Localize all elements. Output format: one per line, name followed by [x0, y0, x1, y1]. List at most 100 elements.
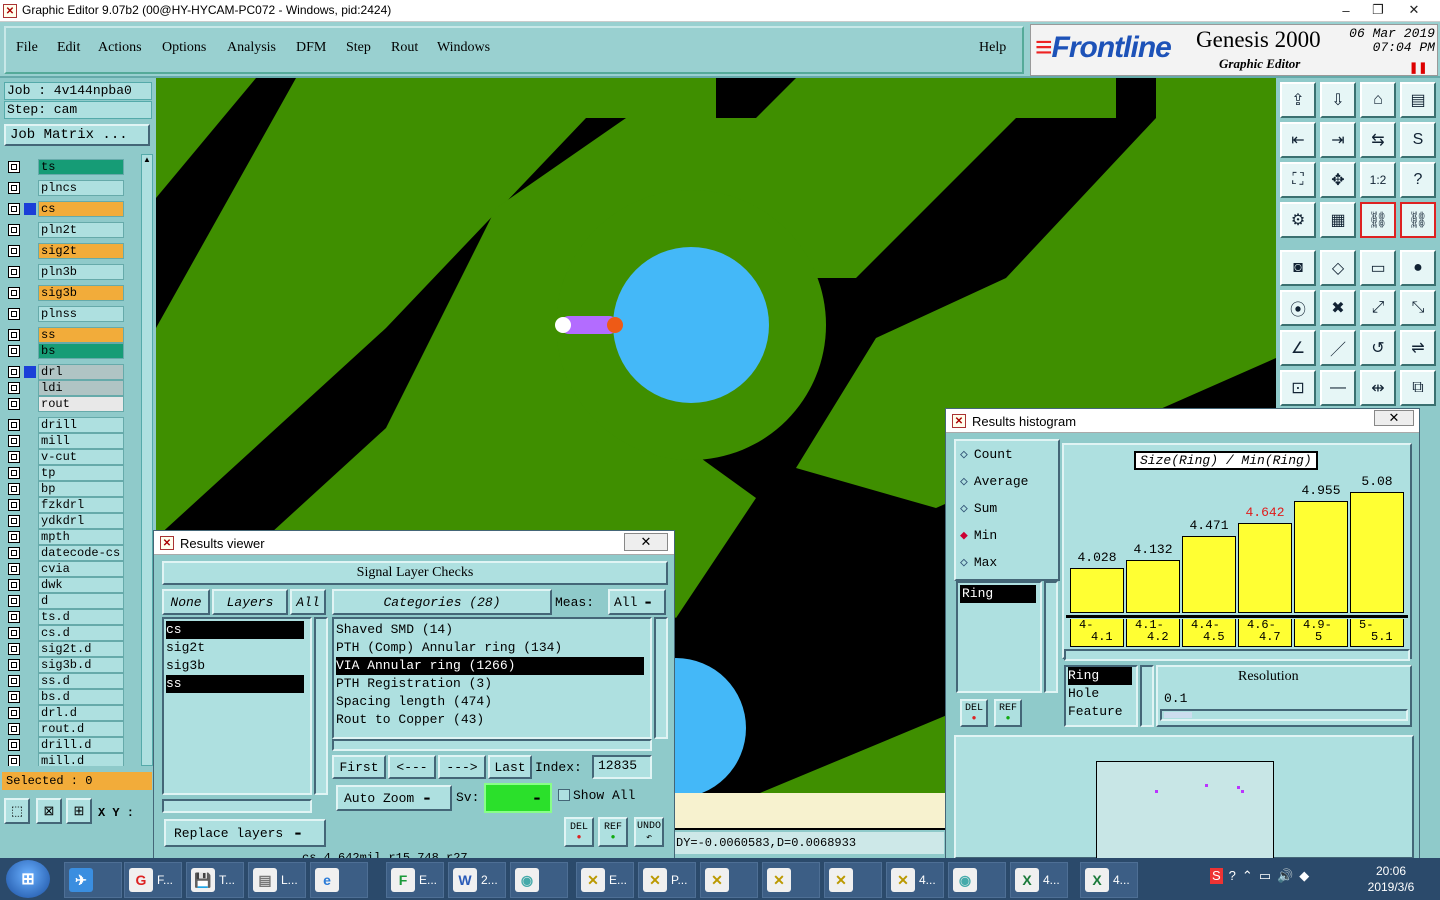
layer-name[interactable]: v-cut [38, 449, 124, 465]
layer-row[interactable]: dwk [4, 577, 140, 593]
result-category-item[interactable]: Spacing length (474) [336, 693, 644, 711]
copy-tool-icon[interactable]: ⧉ [1400, 370, 1436, 406]
layer-row[interactable]: ts [4, 159, 140, 175]
resolution-slider-thumb[interactable] [1164, 712, 1192, 718]
layer-name[interactable]: drill [38, 417, 124, 433]
layer-name[interactable]: ts [38, 159, 124, 175]
layer-checkbox[interactable] [8, 739, 20, 751]
taskbar-item[interactable]: ✕ 4... [886, 862, 944, 898]
layer-row[interactable]: bp [4, 481, 140, 497]
layer-name[interactable]: cs [38, 201, 124, 217]
pad-tool-icon[interactable]: ◙ [1280, 250, 1316, 286]
job-matrix-button[interactable]: Job Matrix ... [4, 124, 150, 146]
layer-row[interactable]: drl [4, 364, 140, 380]
snap-tool-icon[interactable]: ⛓ [1360, 202, 1396, 238]
layer-row[interactable]: bs [4, 343, 140, 359]
help-icon[interactable]: ? [1229, 868, 1236, 884]
zoom-fit-tool-icon[interactable]: ⛶ [1280, 162, 1316, 198]
result-layer-item[interactable]: sig2t [166, 639, 304, 657]
histogram-list-scrollbar[interactable] [1044, 581, 1058, 693]
menu-edit[interactable]: Edit [57, 40, 80, 56]
layer-checkbox[interactable] [8, 182, 20, 194]
layer-checkbox[interactable] [8, 707, 20, 719]
layer-name[interactable]: pln2t [38, 222, 124, 238]
layer-checkbox[interactable] [8, 345, 20, 357]
meas-dropdown[interactable]: All ▬ [608, 589, 666, 615]
histogram-mode-option[interactable]: ◇ Count [960, 447, 1013, 462]
layer-checkbox[interactable] [8, 579, 20, 591]
layer-checkbox[interactable] [8, 435, 20, 447]
results-viewer-titlebar[interactable]: ✕ Results viewer ✕ [154, 531, 674, 555]
resolution-attribute-item[interactable]: Feature [1068, 703, 1132, 721]
layer-row[interactable]: cvia [4, 561, 140, 577]
next-button[interactable]: ---> [438, 755, 486, 779]
layer-list-scrollbar-v[interactable] [314, 617, 328, 795]
histogram-mode-option[interactable]: ◇ Sum [960, 501, 997, 516]
undo-button[interactable]: UNDO ↶ [634, 817, 664, 847]
layer-row[interactable]: plncs [4, 180, 140, 196]
layer-name[interactable]: bs.d [38, 689, 124, 705]
stretch-tool-icon[interactable]: ⇹ [1360, 370, 1396, 406]
upload-tool-icon[interactable]: ⇪ [1280, 82, 1316, 118]
menu-analysis[interactable]: Analysis [227, 40, 276, 56]
taskbar-item[interactable]: ✕ E... [576, 862, 634, 898]
layer-row[interactable]: mill.d [4, 753, 140, 766]
layer-name[interactable]: ts.d [38, 609, 124, 625]
mirror-tool-icon[interactable]: ⇌ [1400, 330, 1436, 366]
layer-name[interactable]: sig3b [38, 285, 124, 301]
slash-tool-icon[interactable]: ／ [1320, 330, 1356, 366]
layer-checkbox[interactable] [8, 382, 20, 394]
taskbar-item[interactable]: ◉ [948, 862, 1006, 898]
histogram-bar[interactable] [1126, 560, 1180, 613]
ref-button[interactable]: REF ● [598, 817, 628, 847]
result-category-item[interactable]: PTH (Comp) Annular ring (134) [336, 639, 644, 657]
layer-row[interactable]: sig3b.d [4, 657, 140, 673]
layer-checkbox[interactable] [8, 611, 20, 623]
layer-row[interactable]: fzkdrl [4, 497, 140, 513]
layer-checkbox[interactable] [8, 329, 20, 341]
layer-name[interactable]: sig3b.d [38, 657, 124, 673]
layer-row[interactable]: sig2t.d [4, 641, 140, 657]
layer-checkbox[interactable] [8, 266, 20, 278]
layer-list-scrollbar-h[interactable] [162, 799, 312, 813]
zoom-mode-dropdown[interactable]: Auto Zoom ▬ [336, 785, 452, 811]
layer-checkbox[interactable] [8, 547, 20, 559]
layer-row[interactable]: pln2t [4, 222, 140, 238]
taskbar-item[interactable]: ✕ [762, 862, 820, 898]
menu-windows[interactable]: Windows [437, 40, 490, 56]
layer-checkbox[interactable] [8, 308, 20, 320]
grid-tool-icon[interactable]: ▦ [1320, 202, 1356, 238]
layer-row[interactable]: v-cut [4, 449, 140, 465]
layer-row[interactable]: ydkdrl [4, 513, 140, 529]
layer-row[interactable]: sig2t [4, 243, 140, 259]
layer-checkbox[interactable] [8, 755, 20, 766]
layer-checkbox[interactable] [8, 691, 20, 703]
menu-rout[interactable]: Rout [391, 40, 418, 56]
layer-row[interactable]: rout.d [4, 721, 140, 737]
taskbar-item[interactable]: ✕ [824, 862, 882, 898]
layer-checkbox[interactable] [8, 245, 20, 257]
layer-checkbox[interactable] [8, 366, 20, 378]
layer-name[interactable]: sig2t.d [38, 641, 124, 657]
last-button[interactable]: Last [488, 755, 532, 779]
layer-checkbox[interactable] [8, 419, 20, 431]
layer-name[interactable]: ldi [38, 380, 124, 396]
taskbar-item[interactable]: ✕ P... [638, 862, 696, 898]
move-tool-icon[interactable]: ⊡ [1280, 370, 1316, 406]
sogou-icon[interactable]: S [1210, 868, 1223, 884]
taskbar-item[interactable]: e [310, 862, 368, 898]
minimize-button[interactable]: – [1330, 0, 1362, 20]
layer-row[interactable]: drill.d [4, 737, 140, 753]
layer-checkbox[interactable] [8, 224, 20, 236]
layer-checkbox[interactable] [8, 531, 20, 543]
layer-checkbox[interactable] [8, 627, 20, 639]
layer-name[interactable]: pln3b [38, 264, 124, 280]
home-tool-icon[interactable]: ⌂ [1360, 82, 1396, 118]
settings-tool-icon[interactable]: ⚙ [1280, 202, 1316, 238]
layer-name[interactable]: mill [38, 433, 124, 449]
ruler-tool-icon[interactable]: ▭ [1360, 250, 1396, 286]
layer-checkbox[interactable] [8, 723, 20, 735]
layer-name[interactable]: sig2t [38, 243, 124, 259]
resolution-list-scrollbar[interactable] [1140, 665, 1154, 727]
index-input[interactable]: 12835 [592, 755, 652, 779]
